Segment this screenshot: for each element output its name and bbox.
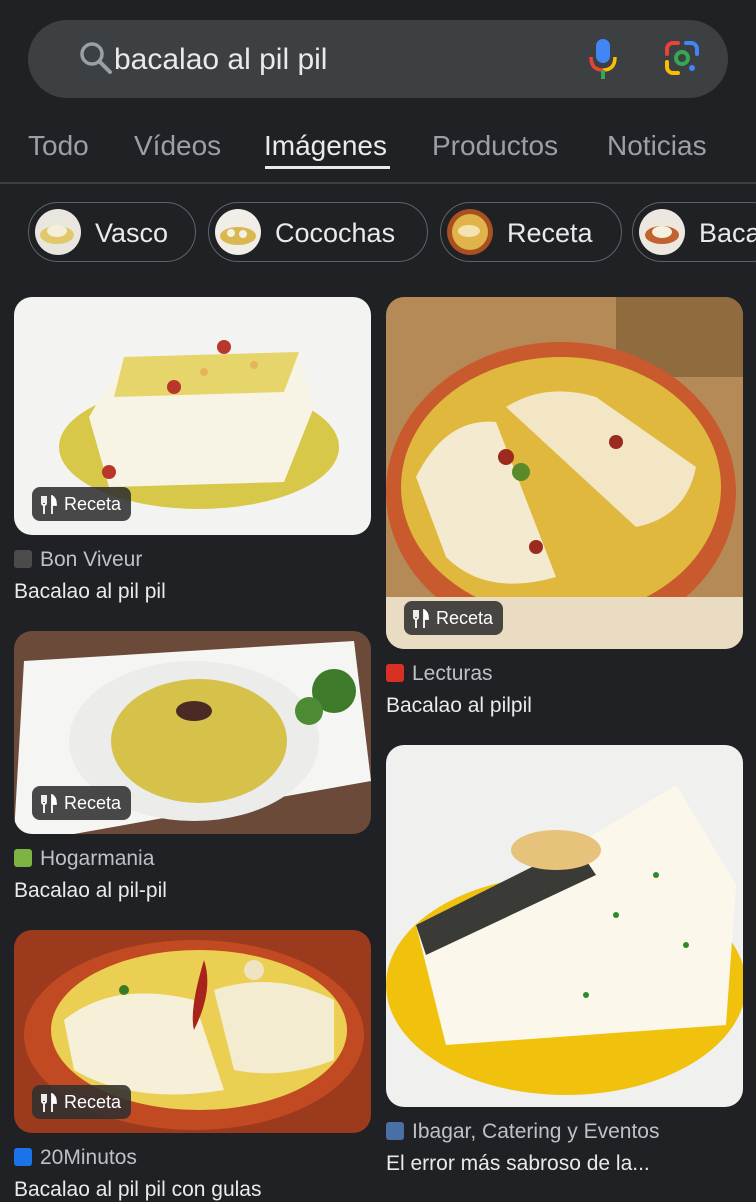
recipe-badge: Receta <box>32 1085 132 1119</box>
fork-knife-icon <box>41 794 57 814</box>
result-title[interactable]: Bacalao al pil pil con gulas <box>14 1178 262 1202</box>
recipe-badge-label: Receta <box>64 494 122 514</box>
fork-knife-icon <box>413 609 429 629</box>
favicon-icon <box>386 664 404 682</box>
tab-noticias[interactable]: Noticias <box>607 130 707 162</box>
fork-knife-icon <box>41 495 57 515</box>
search-bar[interactable]: bacalao al pil pil <box>28 20 728 98</box>
tab-imagenes[interactable]: Imágenes <box>264 130 387 162</box>
food-photo <box>386 745 743 1107</box>
favicon-icon <box>14 550 32 568</box>
result-source[interactable]: 20Minutos <box>14 1146 137 1170</box>
chip-receta[interactable]: Receta <box>440 202 622 262</box>
chip-label: Baca <box>699 218 756 248</box>
google-lens-icon[interactable] <box>664 40 700 81</box>
result-source[interactable]: Hogarmania <box>14 847 154 871</box>
result-source[interactable]: Ibagar, Catering y Eventos <box>386 1120 659 1144</box>
recipe-badge: Receta <box>32 487 132 521</box>
chip-thumbnail <box>215 209 261 255</box>
search-query[interactable]: bacalao al pil pil <box>114 43 327 77</box>
chip-bacalao[interactable]: Baca <box>632 202 756 262</box>
result-source[interactable]: Lecturas <box>386 662 493 686</box>
chip-label: Vasco <box>95 218 169 248</box>
favicon-icon <box>14 1148 32 1166</box>
active-tab-indicator <box>265 166 390 169</box>
search-tabs: Todo Vídeos Imágenes Productos Noticias <box>0 118 756 182</box>
recipe-badge: Receta <box>404 601 504 635</box>
tab-todo[interactable]: Todo <box>28 130 89 162</box>
result-title[interactable]: Bacalao al pil-pil <box>14 879 167 903</box>
chip-label: Receta <box>507 218 593 248</box>
fork-knife-icon <box>41 1093 57 1113</box>
source-name: Hogarmania <box>40 847 155 870</box>
source-name: Bon Viveur <box>40 548 143 571</box>
mic-icon[interactable] <box>588 37 618 86</box>
result-source[interactable]: Bon Viveur <box>14 548 142 572</box>
chip-thumbnail <box>639 209 685 255</box>
recipe-badge-label: Receta <box>436 608 494 628</box>
search-icon[interactable] <box>78 40 114 81</box>
divider <box>0 182 756 184</box>
recipe-badge-label: Receta <box>64 1092 122 1112</box>
result-title[interactable]: El error más sabroso de la... <box>386 1152 650 1176</box>
result-title[interactable]: Bacalao al pilpil <box>386 694 532 718</box>
result-image-2[interactable]: Receta <box>386 297 743 649</box>
food-photo <box>386 297 743 649</box>
chip-thumbnail <box>447 209 493 255</box>
chip-vasco[interactable]: Vasco <box>28 202 196 262</box>
result-image-5[interactable]: Receta <box>14 930 371 1133</box>
favicon-icon <box>386 1122 404 1140</box>
recipe-badge-label: Receta <box>64 793 122 813</box>
result-image-1[interactable]: Receta <box>14 297 371 535</box>
result-image-4[interactable] <box>386 745 743 1107</box>
tab-videos[interactable]: Vídeos <box>134 130 221 162</box>
chip-cocochas[interactable]: Cocochas <box>208 202 428 262</box>
source-name: Lecturas <box>412 662 493 685</box>
result-title[interactable]: Bacalao al pil pil <box>14 580 166 604</box>
source-name: 20Minutos <box>40 1146 137 1169</box>
chip-thumbnail <box>35 209 81 255</box>
result-image-3[interactable]: Receta <box>14 631 371 834</box>
tab-productos[interactable]: Productos <box>432 130 558 162</box>
source-name: Ibagar, Catering y Eventos <box>412 1120 660 1143</box>
favicon-icon <box>14 849 32 867</box>
recipe-badge: Receta <box>32 786 132 820</box>
chip-label: Cocochas <box>275 218 396 248</box>
